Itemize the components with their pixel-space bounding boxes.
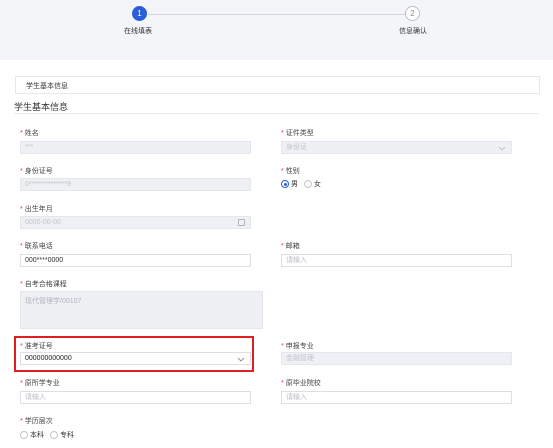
birth-value: 0000-00-00 [25, 219, 61, 226]
step-1-label: 在线填表 [124, 28, 152, 35]
id-type-select[interactable]: 身份证 [281, 141, 512, 154]
progress-stepper: 1 在线填表 2 信息确认 [0, 0, 553, 60]
section-header-box: 学生基本信息 [15, 76, 540, 94]
gender-option-male[interactable]: 男 [281, 179, 298, 189]
orig-major-label: * 原所学专业 [20, 380, 60, 387]
id-number-label: * 身份证号 [20, 168, 53, 175]
step-1-indicator: 1 [132, 6, 147, 21]
id-type-value: 身份证 [286, 144, 307, 151]
phone-field[interactable]: 000****0000 [20, 254, 251, 267]
birth-label: * 出生年月 [20, 206, 53, 213]
chevron-down-icon [498, 146, 506, 151]
step-connector-line [148, 14, 405, 15]
id-number-field[interactable]: 0**************9 [20, 178, 251, 191]
radio-checked-icon [281, 180, 289, 188]
step-2-indicator: 2 [405, 6, 420, 21]
apply-major-label: * 申报专业 [281, 343, 314, 350]
name-field[interactable]: *** [20, 141, 251, 154]
orig-school-field[interactable]: 请输入 [281, 391, 512, 404]
step-2-label: 信息确认 [399, 28, 427, 35]
edu-level-option-college[interactable]: 专科 [50, 430, 74, 440]
name-label: * 姓名 [20, 130, 39, 137]
radio-unchecked-icon [304, 180, 312, 188]
course-textarea[interactable]: 现代管理学/00107 [20, 291, 263, 329]
edu-level-radio-group: 本科 专科 [20, 430, 80, 440]
edu-level-label: * 学历层次 [20, 418, 53, 425]
radio-unchecked-icon [50, 431, 58, 439]
apply-major-field[interactable]: 金融管理 [281, 352, 512, 365]
course-label: * 自考合格课程 [20, 281, 67, 288]
section-divider [14, 113, 539, 114]
id-type-label: * 证件类型 [281, 130, 314, 137]
email-field[interactable]: 请输入 [281, 254, 512, 267]
radio-unchecked-icon [20, 431, 28, 439]
gender-option-female[interactable]: 女 [304, 179, 321, 189]
email-label: * 邮箱 [281, 243, 300, 250]
exam-id-highlight-box [14, 336, 254, 372]
orig-school-label: * 原毕业院校 [281, 380, 321, 387]
calendar-icon [238, 219, 245, 226]
gender-radio-group: 男 女 [281, 179, 327, 189]
section-title: 学生基本信息 [14, 102, 69, 112]
edu-level-option-bachelor[interactable]: 本科 [20, 430, 44, 440]
orig-major-field[interactable]: 请输入 [20, 391, 251, 404]
birth-date-picker[interactable]: 0000-00-00 [20, 216, 251, 229]
section-header-label: 学生基本信息 [26, 83, 68, 90]
gender-label: * 性别 [281, 168, 300, 175]
phone-label: * 联系电话 [20, 243, 53, 250]
